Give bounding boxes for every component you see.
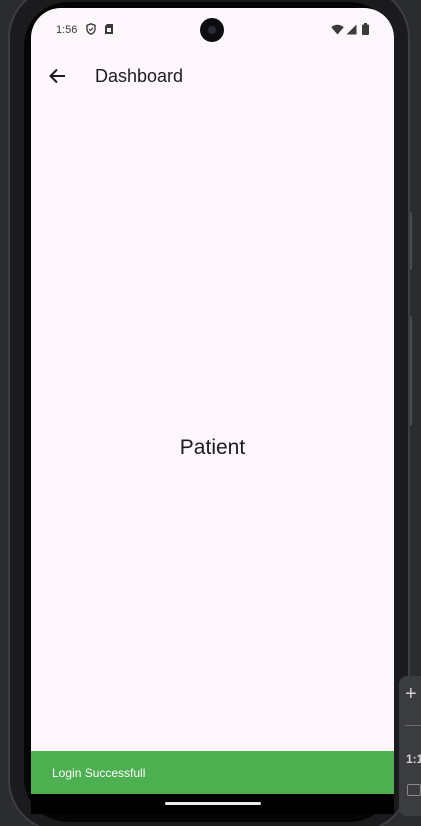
shield-icon (86, 23, 96, 35)
battery-icon (362, 23, 369, 35)
toolbar-divider (405, 725, 421, 726)
front-camera (200, 18, 224, 42)
app-bar: Dashboard (31, 52, 394, 100)
back-button[interactable] (41, 60, 73, 92)
zoom-ratio-button[interactable]: 1:1 (406, 752, 421, 766)
cell-signal-icon (346, 24, 357, 35)
sim-card-icon (105, 24, 113, 34)
arrow-back-icon (49, 68, 65, 84)
role-label: Patient (179, 436, 246, 459)
emulator-toolbar: + 1:1 (399, 676, 421, 816)
snackbar: Login Successfull (31, 751, 394, 794)
snackbar-message: Login Successfull (52, 766, 146, 780)
wifi-icon (331, 24, 344, 35)
home-indicator[interactable] (165, 802, 261, 805)
status-time: 1:56 (56, 24, 78, 36)
emulator-window: 1:56 Dashboard Patient Login Successfull… (0, 0, 421, 826)
device-screen: 1:56 Dashboard Patient Login Successfull (31, 8, 394, 794)
frame-icon[interactable] (407, 784, 421, 796)
navigation-bar (31, 794, 394, 814)
plus-icon[interactable]: + (405, 684, 417, 704)
page-title: Dashboard (95, 66, 184, 86)
